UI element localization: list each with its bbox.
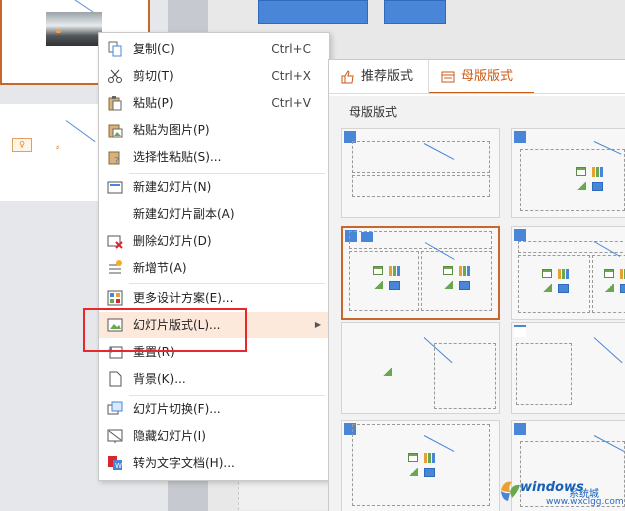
layout-thumb-comparison[interactable] — [511, 226, 625, 320]
tab-recommended-layouts[interactable]: 推荐版式 — [329, 60, 429, 94]
tab-label: 推荐版式 — [361, 69, 414, 84]
menu-separator — [129, 283, 325, 284]
menu-item-shortcut: Ctrl+C — [271, 42, 311, 56]
menu-item-label: 新增节(A) — [133, 261, 187, 275]
tab-master-layouts[interactable]: 母版版式 — [429, 60, 534, 94]
svg-text:W: W — [115, 462, 122, 470]
menu-item-cut[interactable]: 剪切(T) Ctrl+X — [99, 63, 329, 89]
context-menu: 复制(C) Ctrl+C 剪切(T) Ctrl+X 粘贴(P) Ctrl+V 粘… — [98, 32, 330, 481]
menu-item-slide-transition[interactable]: 幻灯片切换(F)... — [99, 396, 329, 422]
menu-item-label: 复制(C) — [133, 42, 175, 56]
annotation-highlight-box — [83, 308, 247, 352]
menu-item-paste[interactable]: 粘贴(P) Ctrl+V — [99, 90, 329, 116]
menu-item-paste-special[interactable]: ? 选择性粘贴(S)... — [99, 144, 329, 170]
section-title: 母版版式 — [349, 105, 398, 119]
menu-item-label: 新建幻灯片副本(A) — [133, 207, 235, 221]
menu-item-label: 背景(K)... — [133, 372, 186, 386]
menu-item-label: 幻灯片切换(F)... — [133, 402, 221, 416]
convert-to-doc-icon: W — [108, 456, 122, 470]
menu-item-label: 粘贴为图片(P) — [133, 123, 210, 137]
menu-item-label: 隐藏幻灯片(I) — [133, 429, 206, 443]
watermark: windows 系统城 www.wxclgg.com — [498, 470, 625, 511]
hide-slide-icon — [107, 429, 123, 443]
tab-divider — [329, 93, 625, 94]
slide-transition-icon — [107, 401, 123, 415]
windows-logo-icon — [501, 481, 520, 501]
menu-item-label: 删除幻灯片(D) — [133, 234, 212, 248]
menu-item-label: 剪切(T) — [133, 69, 174, 83]
layout-thumb-title-vertical[interactable] — [341, 420, 500, 511]
paste-icon — [108, 96, 122, 111]
menu-item-new-section[interactable]: 新增节(A) — [99, 255, 329, 281]
menu-item-label: 粘贴(P) — [133, 96, 174, 110]
menu-item-paste-as-picture[interactable]: 粘贴为图片(P) — [99, 117, 329, 143]
delete-slide-icon — [107, 235, 123, 249]
menu-item-hide-slide[interactable]: 隐藏幻灯片(I) — [99, 423, 329, 449]
thumbnail-line — [65, 120, 96, 143]
layout-thumb-title-content[interactable] — [511, 128, 625, 218]
new-slide-icon — [107, 181, 123, 194]
submenu-arrow-icon: ▶ — [314, 320, 321, 329]
layout-submenu: 推荐版式 母版版式 母版版式 — [328, 59, 625, 511]
new-section-icon — [109, 260, 122, 274]
slide-shape[interactable] — [258, 0, 368, 24]
layout-thumb-title-only[interactable] — [341, 128, 500, 218]
paste-special-icon: ? — [108, 151, 120, 165]
tab-label: 母版版式 — [461, 69, 514, 84]
thumbs-up-icon — [341, 70, 354, 84]
layout-thumb-two-content-selected[interactable] — [341, 226, 500, 320]
background-icon — [109, 371, 122, 387]
thumbnail-marker-icon: ⸗ — [56, 142, 60, 153]
menu-item-shortcut: Ctrl+V — [271, 96, 311, 110]
cut-icon — [108, 69, 122, 83]
watermark-url: www.wxclgg.com — [546, 497, 624, 507]
paste-as-picture-icon — [108, 124, 123, 138]
svg-text:?: ? — [114, 156, 119, 165]
menu-item-label: 新建幻灯片(N) — [133, 180, 212, 194]
menu-item-shortcut: Ctrl+X — [271, 69, 311, 83]
menu-item-delete-slide[interactable]: 删除幻灯片(D) — [99, 228, 329, 254]
menu-item-background[interactable]: 背景(K)... — [99, 366, 329, 392]
thumbnail-picture — [46, 12, 102, 46]
layout-thumb-picture-caption[interactable] — [341, 322, 500, 414]
menu-item-copy[interactable]: 复制(C) Ctrl+C — [99, 36, 329, 62]
copy-icon — [108, 41, 122, 57]
thumbnail-bulb-icon: ♀ — [12, 138, 32, 152]
menu-item-new-slide[interactable]: 新建幻灯片(N) — [99, 174, 329, 200]
layout-thumb-content-caption[interactable] — [511, 322, 625, 414]
slide-shape[interactable] — [384, 0, 446, 24]
menu-item-duplicate-slide[interactable]: 新建幻灯片副本(A) — [99, 201, 329, 227]
design-scheme-icon — [107, 290, 123, 306]
menu-item-label: 选择性粘贴(S)... — [133, 150, 222, 164]
master-layout-icon — [441, 71, 455, 83]
menu-item-convert-to-doc[interactable]: W 转为文字文档(H)... — [99, 450, 329, 476]
menu-item-label: 转为文字文档(H)... — [133, 456, 235, 470]
